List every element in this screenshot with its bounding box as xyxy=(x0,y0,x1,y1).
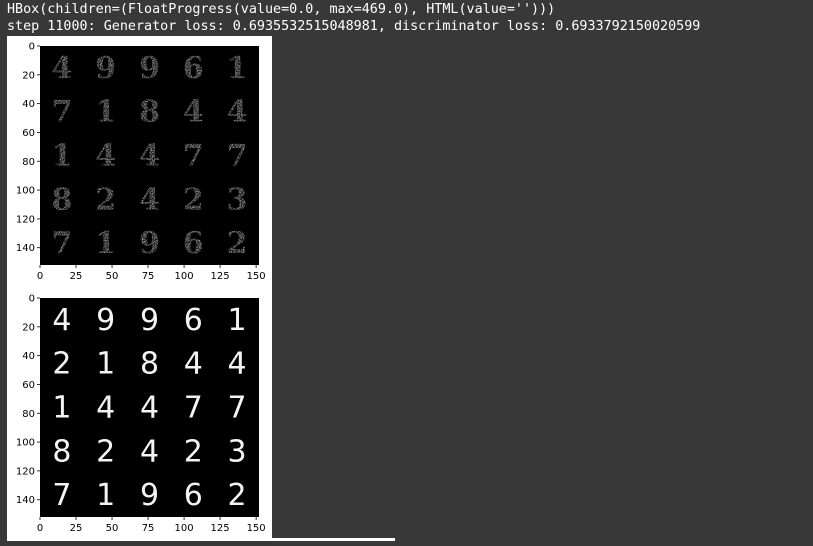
digit-image: 8 xyxy=(51,182,72,217)
x-tick-label: 75 xyxy=(142,523,155,534)
digit-image: 4 xyxy=(140,391,159,426)
digit-image: 7 xyxy=(184,391,203,426)
digit-image: 2 xyxy=(52,347,71,382)
digit-image: 6 xyxy=(184,303,203,338)
training-step-log: step 11000: Generator loss: 0.6935532515… xyxy=(7,19,701,34)
y-tick-label: 20 xyxy=(22,322,35,333)
digit-image: 9 xyxy=(139,51,160,86)
digit-image: 9 xyxy=(139,226,160,261)
y-tick-label: 100 xyxy=(16,438,35,449)
digit-image: 4 xyxy=(140,434,159,469)
x-tick-label: 75 xyxy=(142,271,155,282)
y-tick-label: 140 xyxy=(16,243,35,254)
generated-images-plot: 4 9 9 6 17 1 8 4 41 4 4 7 78 2 4 2 37 1 9 6 2 0 25 50 75 100 125 1… xyxy=(16,42,266,283)
digit-image: 2 xyxy=(184,434,203,469)
digit-image: 4 xyxy=(51,51,72,86)
x-tick-label: 150 xyxy=(247,271,266,282)
digit-image: 4 xyxy=(96,391,115,426)
digit-image: 9 xyxy=(95,51,116,86)
x-tick-label: 25 xyxy=(70,523,83,534)
digit-image: 4 xyxy=(52,303,71,338)
x-tick-label: 100 xyxy=(175,523,194,534)
digit-image: 1 xyxy=(95,95,116,130)
digit-image: 3 xyxy=(228,434,247,469)
digit-image: 1 xyxy=(227,51,248,86)
x-tick-label: 125 xyxy=(211,271,230,282)
digit-image: 7 xyxy=(51,226,72,261)
y-tick-label: 20 xyxy=(22,70,35,81)
digit-image: 4 xyxy=(227,95,248,130)
digit-image: 7 xyxy=(228,391,247,426)
y-tick-label: 40 xyxy=(22,351,35,362)
digit-image: 4 xyxy=(184,347,203,382)
x-tick-label: 125 xyxy=(211,523,230,534)
digit-image: 4 xyxy=(139,182,160,217)
y-tick-label: 0 xyxy=(29,294,35,305)
generated-x-axis: 0 25 50 75 100 125 150 xyxy=(37,265,266,282)
digit-image: 1 xyxy=(95,226,116,261)
x-tick-label: 50 xyxy=(106,523,119,534)
digit-image: 8 xyxy=(52,434,71,469)
digit-image: 6 xyxy=(183,226,204,261)
digit-image: 2 xyxy=(228,478,247,513)
digit-image: 4 xyxy=(139,139,160,174)
digit-image: 1 xyxy=(52,391,71,426)
digit-image: 1 xyxy=(96,347,115,382)
digit-image: 8 xyxy=(140,347,159,382)
y-tick-label: 120 xyxy=(16,466,35,477)
digit-image: 7 xyxy=(52,478,71,513)
widget-repr-text: HBox(children=(FloatProgress(value=0.0, … xyxy=(7,2,556,17)
digit-image: 7 xyxy=(51,95,72,130)
digit-image: 2 xyxy=(227,226,248,261)
digit-image: 4 xyxy=(95,139,116,174)
digit-image: 1 xyxy=(228,303,247,338)
digit-image: 6 xyxy=(183,51,204,86)
x-tick-label: 100 xyxy=(175,271,194,282)
x-tick-label: 50 xyxy=(106,271,119,282)
digit-image: 3 xyxy=(227,182,248,217)
x-tick-label: 0 xyxy=(37,271,43,282)
digit-image: 7 xyxy=(227,139,248,174)
y-tick-label: 60 xyxy=(22,380,35,391)
digit-image: 1 xyxy=(51,139,72,174)
digit-image: 4 xyxy=(228,347,247,382)
y-tick-label: 40 xyxy=(22,99,35,110)
y-tick-label: 140 xyxy=(16,495,35,506)
x-tick-label: 25 xyxy=(70,271,83,282)
generated-y-axis: 0 20 40 60 80 100 120 140 xyxy=(16,42,40,254)
digit-image: 9 xyxy=(140,303,159,338)
digit-image: 6 xyxy=(184,478,203,513)
figure-canvas: 4996171844144778242371962 0 25 50 75 100 125 1… xyxy=(7,36,272,541)
y-tick-label: 0 xyxy=(29,42,35,53)
digit-image: 2 xyxy=(95,182,116,217)
real-x-axis: 0 25 50 75 100 125 150 xyxy=(37,517,266,534)
x-tick-label: 0 xyxy=(37,523,43,534)
real-images-plot: 4 9 9 6 12 1 8 4 41 4 4 7 78 2 4 2 37 1 9 6 2 0 25 50 75 100 125 1… xyxy=(16,294,266,535)
image-grids-figure: 4 9 9 6 17 1 8 4 41 4 4 7 78 2 4 2 37 1 9 6 2 0 25 50 75 100 125 1… xyxy=(16,42,266,535)
y-tick-label: 80 xyxy=(22,157,35,168)
digit-image: 2 xyxy=(183,182,204,217)
x-tick-label: 150 xyxy=(247,523,266,534)
y-tick-label: 80 xyxy=(22,409,35,420)
y-tick-label: 120 xyxy=(16,214,35,225)
digit-image: 7 xyxy=(183,139,204,174)
digit-image: 2 xyxy=(96,434,115,469)
digit-image: 4 xyxy=(183,95,204,130)
real-y-axis: 0 20 40 60 80 100 120 140 xyxy=(16,294,40,506)
y-tick-label: 100 xyxy=(16,186,35,197)
y-tick-label: 60 xyxy=(22,128,35,139)
digit-image: 9 xyxy=(96,303,115,338)
digit-image: 8 xyxy=(139,95,160,130)
digit-image: 9 xyxy=(140,478,159,513)
digit-image: 1 xyxy=(96,478,115,513)
